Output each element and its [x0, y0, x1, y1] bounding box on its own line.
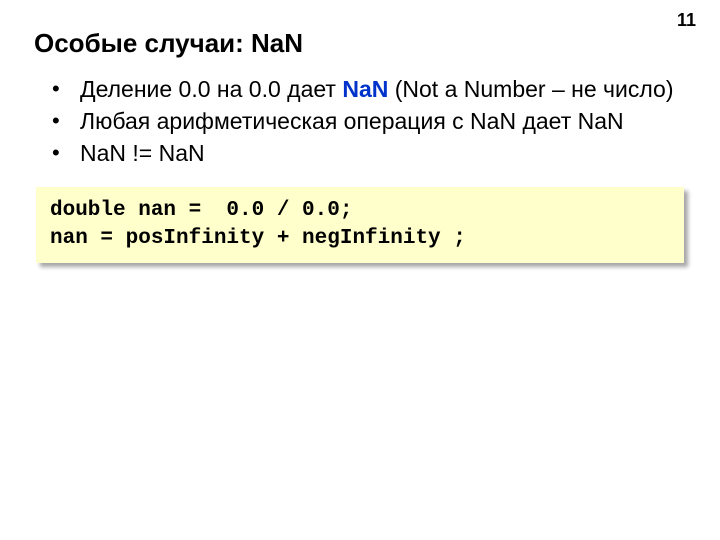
code-line: nan = posInfinity + negInfinity ;: [50, 227, 466, 250]
bullet-text-pre: Деление 0.0 на 0.0 дает: [80, 76, 342, 102]
nan-highlight: NaN: [342, 76, 388, 102]
slide-title: Особые случаи: NaN: [0, 0, 720, 59]
list-item: Любая арифметическая операция с NaN дает…: [52, 107, 680, 137]
list-item: Деление 0.0 на 0.0 дает NaN (Not a Numbe…: [52, 75, 680, 105]
code-block: double nan = 0.0 / 0.0; nan = posInfinit…: [36, 187, 684, 264]
bullet-text: Любая арифметическая операция с NaN дает…: [80, 108, 624, 134]
list-item: NaN != NaN: [52, 139, 680, 169]
bullet-list: Деление 0.0 на 0.0 дает NaN (Not a Numbe…: [0, 59, 720, 169]
page-number: 11: [677, 10, 696, 31]
bullet-text: NaN != NaN: [80, 140, 205, 166]
bullet-text-post: (Not a Number – не число): [388, 76, 673, 102]
code-line: double nan = 0.0 / 0.0;: [50, 199, 352, 222]
